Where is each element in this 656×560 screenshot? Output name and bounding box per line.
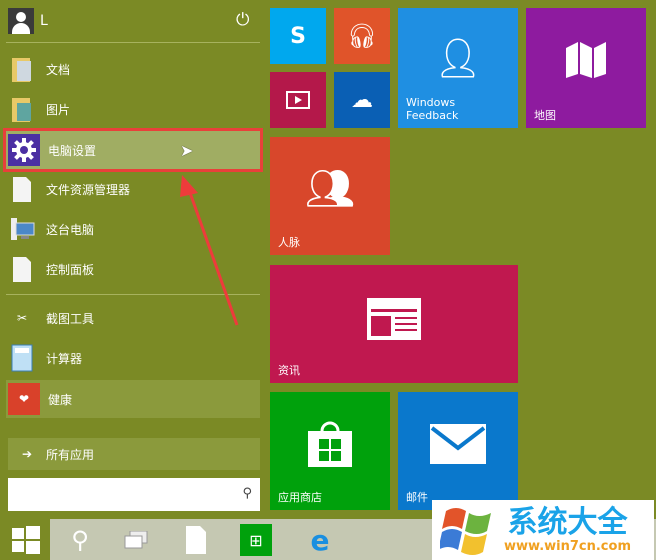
item-label: 电脑设置 <box>48 143 97 158</box>
task-view-icon <box>124 531 148 549</box>
tile-windows-feedback[interactable]: 👤︎ Windows Feedback <box>398 8 518 128</box>
task-view-button[interactable] <box>116 522 156 558</box>
item-label: 文档 <box>46 62 71 77</box>
tile-onedrive[interactable]: ☁ <box>334 72 390 128</box>
divider <box>6 42 260 43</box>
user-account[interactable]: L <box>8 8 48 34</box>
item-label: 文件资源管理器 <box>46 182 131 197</box>
item-label: 截图工具 <box>46 311 95 326</box>
file-icon <box>6 173 38 205</box>
tile-store[interactable]: 应用商店 <box>270 392 390 510</box>
watermark-title: 系统大全 <box>507 504 628 540</box>
menu-item-documents[interactable]: 文档 <box>6 50 260 88</box>
menu-item-pictures[interactable]: 图片 <box>6 90 260 128</box>
cloud-icon: ☁ <box>351 87 373 113</box>
watermark: 系统大全 www.win7cn.com <box>432 500 654 560</box>
start-button[interactable] <box>6 522 46 558</box>
all-apps-label: 所有应用 <box>46 447 95 462</box>
search-icon: ⚲ <box>71 526 89 554</box>
item-label: 这台电脑 <box>46 222 95 237</box>
file-icon <box>186 526 206 554</box>
tile-label: 邮件 <box>406 491 428 504</box>
search-icon: ⚲ <box>242 486 252 501</box>
search-input[interactable]: ⚲ <box>8 478 260 511</box>
item-label: 图片 <box>46 102 71 117</box>
newspaper-icon <box>367 298 421 340</box>
computer-icon <box>6 213 38 245</box>
tile-people[interactable]: 👥︎ 人脉 <box>270 137 390 255</box>
user-name: L <box>40 13 48 29</box>
menu-item-pc-settings[interactable]: 电脑设置 ➤ <box>3 128 263 172</box>
menu-item-health[interactable]: ❤ 健康 <box>6 380 260 418</box>
tile-video[interactable] <box>270 72 326 128</box>
people-icon: 👥︎ <box>304 165 356 212</box>
windows-flag-logo-icon <box>440 508 491 555</box>
ie-icon: e <box>310 523 330 557</box>
scissors-icon: ✂ <box>16 311 28 325</box>
heart-icon: ❤ <box>8 383 40 415</box>
internet-explorer-button[interactable]: e <box>300 522 340 558</box>
tile-label: 资讯 <box>278 364 300 377</box>
item-label: 控制面板 <box>46 262 95 277</box>
tile-map[interactable]: 地图 <box>526 8 646 128</box>
item-label: 计算器 <box>46 351 83 366</box>
search-button[interactable]: ⚲ <box>60 522 100 558</box>
tile-news[interactable]: 资讯 <box>270 265 518 383</box>
tile-mail[interactable]: 邮件 <box>398 392 518 510</box>
item-label: 健康 <box>48 392 73 407</box>
tile-label: 地图 <box>534 109 556 122</box>
cursor-icon: ➤ <box>180 140 194 160</box>
skype-icon: S <box>290 23 306 49</box>
map-icon <box>566 42 606 78</box>
headphones-icon: 🎧︎ <box>346 22 378 50</box>
watermark-url: www.win7cn.com <box>504 538 631 554</box>
video-icon <box>286 91 310 109</box>
mail-icon <box>430 424 486 464</box>
power-icon[interactable]: ⏻ <box>236 10 249 30</box>
all-apps-button[interactable]: ➔ 所有应用 <box>8 438 260 470</box>
gear-icon <box>8 134 40 166</box>
store-icon: ⊞ <box>249 530 263 550</box>
file-icon <box>6 253 38 285</box>
folder-icon <box>6 93 38 125</box>
red-arrow-annotation <box>180 175 239 326</box>
menu-item-calculator[interactable]: 计算器 <box>6 339 260 377</box>
calculator-icon <box>6 342 38 374</box>
store-taskbar-button[interactable]: ⊞ <box>240 524 272 556</box>
tile-label: 人脉 <box>278 236 300 249</box>
folder-icon <box>6 53 38 85</box>
people-chat-icon: 👤︎ <box>433 35 483 80</box>
tile-music[interactable]: 🎧︎ <box>334 8 390 64</box>
windows-logo-icon <box>12 526 40 554</box>
file-explorer-button[interactable] <box>176 522 216 558</box>
tile-label: Windows Feedback <box>406 96 459 122</box>
arrow-right-icon: ➔ <box>21 447 33 461</box>
store-bag-icon <box>308 421 352 467</box>
tile-skype[interactable]: S <box>270 8 326 64</box>
tile-label: 应用商店 <box>278 491 322 504</box>
avatar <box>8 8 34 34</box>
